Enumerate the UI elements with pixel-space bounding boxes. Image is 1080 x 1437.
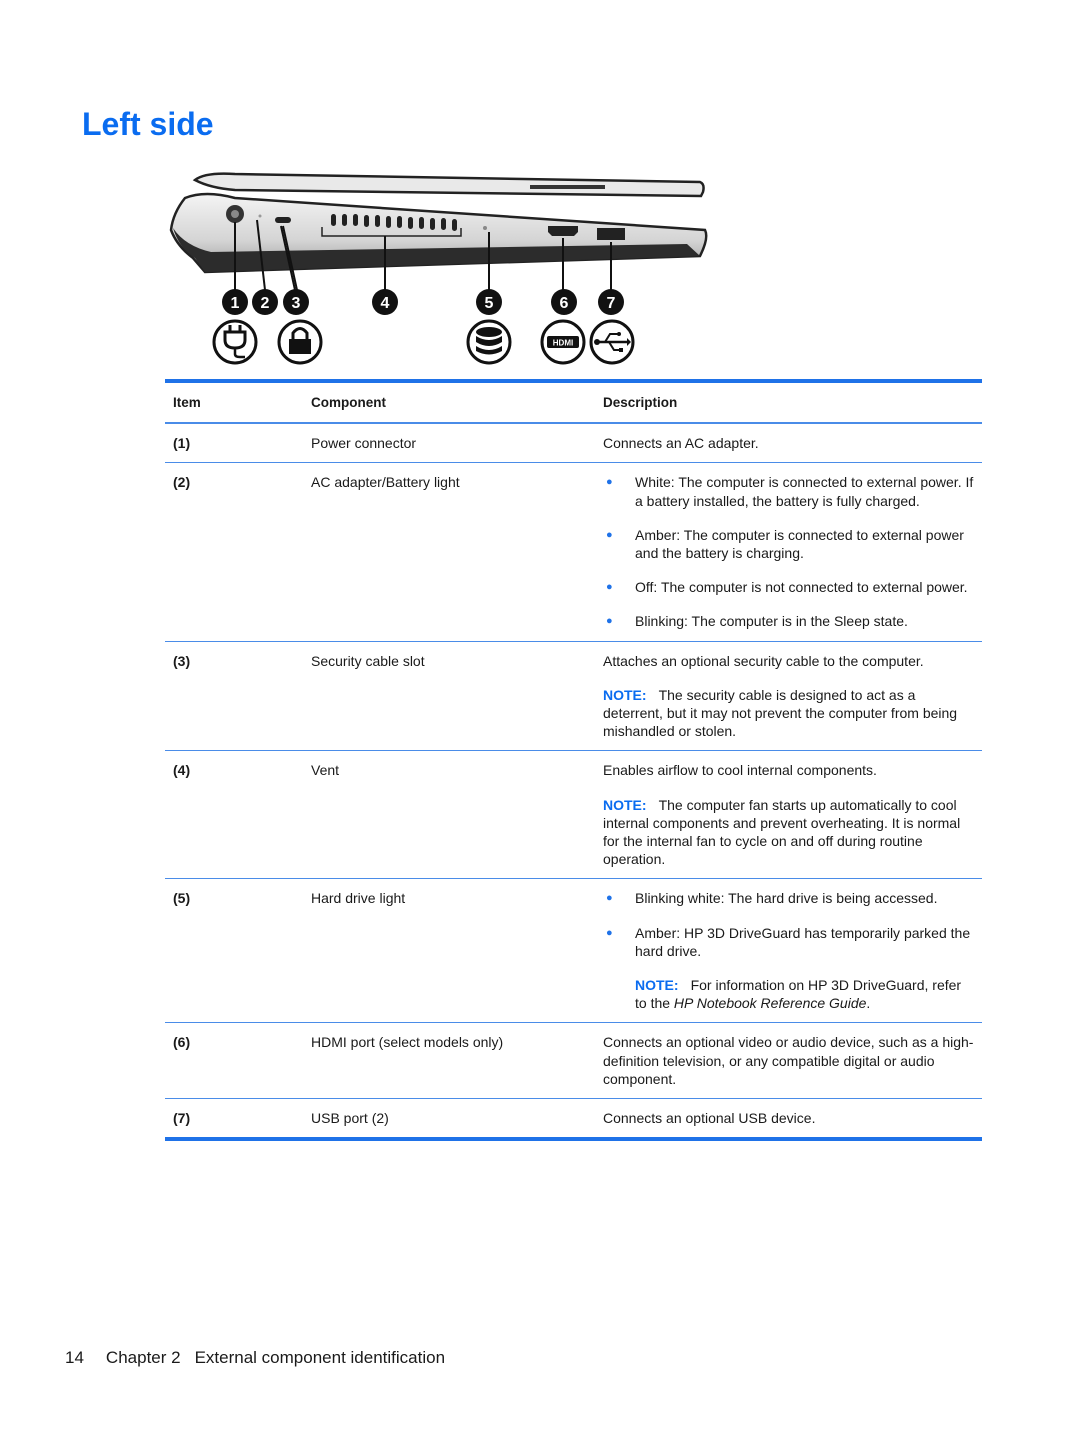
header-item: Item (173, 395, 201, 410)
note: NOTE: The security cable is designed to a… (603, 686, 976, 741)
note-text: The computer fan starts up automatically… (603, 796, 961, 868)
description-text: Connects an optional video or audio devi… (603, 1034, 974, 1087)
header-description: Description (603, 395, 678, 410)
description-cell: ● White: The computer is connected to ext… (603, 463, 982, 640)
svg-text:1: 1 (231, 295, 240, 312)
bullet-icon: ● (606, 528, 613, 541)
laptop-illustration: 1 2 3 4 5 6 7 HDMI (169, 172, 708, 365)
callout-2: 2 (252, 289, 278, 315)
callout-1: 1 (222, 289, 248, 315)
callout-5: 5 (476, 289, 502, 315)
table-row: (6) HDMI port (select models only) Conne… (165, 1023, 982, 1100)
bullet-icon: ● (606, 892, 613, 905)
component-name: Vent (311, 762, 340, 779)
bullet-item: ● Amber: The computer is connected to ext… (603, 526, 976, 562)
component-name: Power connector (311, 435, 417, 452)
note: NOTE: The computer fan starts up automati… (603, 796, 976, 869)
svg-text:7: 7 (607, 295, 616, 312)
component-name: Hard drive light (311, 890, 406, 907)
page-footer: 14 Chapter 2 External component identifica… (65, 1348, 445, 1368)
description-text: Enables airflow to cool internal compone… (603, 762, 877, 779)
page-number: 14 (65, 1348, 84, 1367)
item-number: (4) (173, 762, 191, 779)
laptop-left-side-figure: 1 2 3 4 5 6 7 HDMI (165, 168, 715, 368)
note-text: The security cable is designed to act as… (603, 686, 958, 740)
item-number: (5) (173, 890, 191, 907)
description-cell: Connects an optional video or audio devi… (603, 1023, 982, 1098)
component-name: AC adapter/Battery light (311, 474, 460, 491)
svg-text:5: 5 (485, 295, 494, 312)
usb-icon (589, 319, 635, 365)
bullet-icon: ● (606, 581, 613, 594)
svg-text:6: 6 (560, 295, 569, 312)
lock-icon (277, 319, 323, 365)
callout-4: 4 (372, 289, 398, 315)
callout-7: 7 (598, 289, 624, 315)
bullet-item: ● Off: The computer is not connected to e… (603, 578, 976, 596)
table-row: (7) USB port (2) Connects an optional US… (165, 1099, 982, 1137)
hard-drive-icon (466, 319, 512, 365)
table-bottom-rule (165, 1137, 982, 1142)
description-text: Attaches an optional security cable to t… (603, 652, 924, 669)
svg-text:4: 4 (381, 295, 390, 312)
description-cell: Connects an optional USB device. (603, 1099, 982, 1137)
item-number: (1) (173, 435, 191, 452)
note-label: NOTE: (603, 686, 647, 703)
item-number: (3) (173, 652, 191, 669)
callout-6: 6 (551, 289, 577, 315)
hdmi-icon: HDMI (540, 319, 586, 365)
component-name: Security cable slot (311, 652, 425, 669)
item-number: (6) (173, 1034, 191, 1051)
description-cell: ● Blinking white: The hard drive is being… (603, 879, 982, 1022)
note: NOTE: For information on HP 3D DriveGuard… (635, 976, 976, 1012)
table-row: (4) Vent Enables airflow to cool interna… (165, 751, 982, 880)
description-cell: Attaches an optional security cable to t… (603, 642, 982, 751)
bullet-icon: ● (606, 476, 613, 489)
bullet-item: ● Blinking: The computer is in the Sleep … (603, 612, 976, 630)
table-row: (1) Power connector Connects an AC adapt… (165, 424, 982, 464)
component-table: Item Component Description (1) Power con… (165, 379, 982, 1142)
description-cell: Connects an AC adapter. (603, 424, 982, 462)
table-header-row: Item Component Description (165, 383, 982, 425)
table-row: (5) Hard drive light ● Blinking white: Th… (165, 879, 982, 1024)
item-number: (2) (173, 474, 191, 491)
note-label: NOTE: (603, 796, 647, 813)
component-name: USB port (2) (311, 1110, 389, 1127)
header-component: Component (311, 395, 386, 410)
bullet-icon: ● (606, 926, 613, 939)
bullet-item: ● Amber: HP 3D DriveGuard has temporarily… (603, 924, 976, 960)
description-text: Connects an optional USB device. (603, 1110, 816, 1127)
chapter-label: Chapter 2 (105, 1348, 181, 1367)
page-title: Left side (82, 106, 214, 142)
description-text: Connects an AC adapter. (603, 435, 759, 452)
power-plug-icon (212, 319, 258, 365)
svg-text:HDMI: HDMI (553, 339, 573, 348)
bullet-item: ● White: The computer is connected to ext… (603, 473, 976, 509)
note-reference-title: HP Notebook Reference Guide (673, 995, 867, 1012)
svg-text:2: 2 (261, 295, 270, 312)
lid-latch (530, 185, 605, 189)
callout-3: 3 (283, 289, 309, 315)
table-row: (2) AC adapter/Battery light ● White: The… (165, 463, 982, 642)
component-name: HDMI port (select models only) (311, 1034, 504, 1051)
table-row: (3) Security cable slot Attaches an opti… (165, 642, 982, 752)
svg-text:3: 3 (292, 295, 301, 312)
bullet-item: ● Blinking white: The hard drive is being… (603, 889, 976, 907)
note-suffix: . (866, 995, 871, 1012)
bullet-icon: ● (606, 615, 613, 628)
item-number: (7) (173, 1110, 191, 1127)
note-label: NOTE: (635, 977, 679, 994)
chapter-title: External component identification (194, 1348, 446, 1367)
description-cell: Enables airflow to cool internal compone… (603, 751, 982, 878)
